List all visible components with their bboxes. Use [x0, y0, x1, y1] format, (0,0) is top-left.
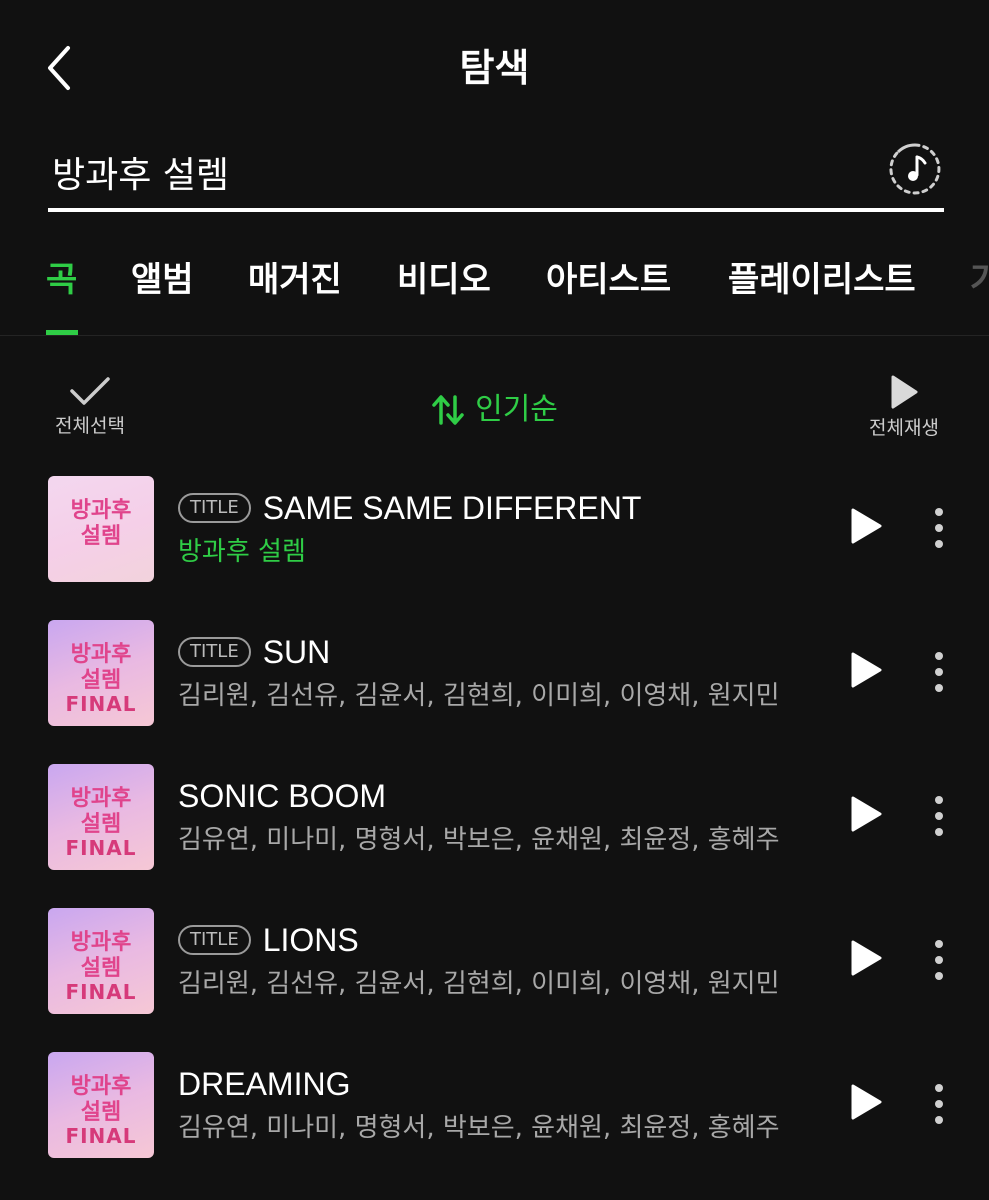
song-title: SONIC BOOM [178, 777, 387, 814]
song-info[interactable]: TITLE SAME SAME DIFFERENT 방과후 설렘 [178, 486, 838, 572]
title-badge: TITLE [178, 637, 251, 667]
category-tabs: 곡 앨범 매거진 비디오 아티스트 플레이리스트 가 [0, 236, 989, 336]
song-title-line: TITLE SAME SAME DIFFERENT [178, 486, 838, 530]
list-controls: 전체선택 인기순 전체재생 [0, 370, 989, 450]
song-info[interactable]: DREAMING 김유연, 미나미, 명형서, 박보은, 윤채원, 최윤정, 홍… [178, 1062, 838, 1148]
tab-more-partial[interactable]: 가 [970, 258, 989, 302]
page-title: 탐색 [459, 46, 530, 90]
sort-container: 인기순 [0, 390, 989, 438]
more-options-icon[interactable] [928, 938, 950, 982]
album-art[interactable]: 방과후 설렘 FINAL [48, 620, 154, 726]
play-icon[interactable] [848, 506, 884, 546]
play-icon[interactable] [848, 938, 884, 978]
tab-songs[interactable]: 곡 [46, 258, 77, 302]
play-icon[interactable] [848, 650, 884, 690]
album-art-text: 방과후 설렘 [70, 498, 132, 549]
play-all-label: 전체재생 [869, 417, 939, 439]
song-info[interactable]: SONIC BOOM 김유연, 미나미, 명형서, 박보은, 윤채원, 최윤정,… [178, 774, 838, 860]
song-artist[interactable]: 방과후 설렘 [178, 532, 838, 572]
music-recognition-icon[interactable] [888, 142, 942, 196]
song-row[interactable]: 방과후 설렘 FINAL SONIC BOOM 김유연, 미나미, 명형서, 박보… [0, 758, 989, 902]
select-all-button[interactable]: 전체선택 [40, 374, 140, 446]
album-art[interactable]: 방과후 설렘 FINAL [48, 764, 154, 870]
song-list: 방과후 설렘 TITLE SAME SAME DIFFERENT 방과후 설렘 방… [0, 470, 989, 1190]
active-tab-indicator [46, 330, 78, 335]
album-art-final-label: FINAL [65, 1124, 137, 1148]
album-art-final-label: FINAL [65, 980, 137, 1004]
more-options-icon[interactable] [928, 1082, 950, 1126]
song-artist[interactable]: 김유연, 미나미, 명형서, 박보은, 윤채원, 최윤정, 홍혜주 [178, 820, 838, 860]
more-options-icon[interactable] [928, 794, 950, 838]
song-info[interactable]: TITLE SUN 김리원, 김선유, 김윤서, 김현희, 이미희, 이영채, … [178, 630, 838, 716]
title-badge: TITLE [178, 925, 251, 955]
album-art-text: 방과후 설렘 [70, 1074, 132, 1125]
song-title-line: TITLE SUN [178, 630, 838, 674]
tab-playlist[interactable]: 플레이리스트 [728, 258, 916, 302]
tab-albums[interactable]: 앨범 [131, 258, 194, 302]
song-title: SUN [262, 633, 331, 670]
album-art[interactable]: 방과후 설렘 FINAL [48, 1052, 154, 1158]
sort-button[interactable]: 인기순 [431, 390, 558, 430]
search-input[interactable] [52, 142, 852, 202]
song-row[interactable]: 방과후 설렘 FINAL DREAMING 김유연, 미나미, 명형서, 박보은,… [0, 1046, 989, 1190]
tab-video[interactable]: 비디오 [397, 258, 491, 302]
play-icon [891, 375, 918, 409]
play-all-button[interactable]: 전체재생 [859, 374, 949, 446]
tab-magazine[interactable]: 매거진 [248, 258, 342, 302]
album-art-text: 방과후 설렘 [70, 642, 132, 693]
song-title-line: DREAMING [178, 1062, 838, 1106]
search-bar [48, 132, 944, 212]
song-artist[interactable]: 김리원, 김선유, 김윤서, 김현희, 이미희, 이영채, 원지민 [178, 964, 838, 1004]
album-art-text: 방과후 설렘 [70, 786, 132, 837]
album-art-text: 방과후 설렘 [70, 930, 132, 981]
song-info[interactable]: TITLE LIONS 김리원, 김선유, 김윤서, 김현희, 이미희, 이영채… [178, 918, 838, 1004]
song-row[interactable]: 방과후 설렘 TITLE SAME SAME DIFFERENT 방과후 설렘 [0, 470, 989, 614]
song-title: LIONS [262, 921, 359, 958]
checkmark-icon [70, 377, 110, 405]
more-options-icon[interactable] [928, 506, 950, 550]
album-art[interactable]: 방과후 설렘 [48, 476, 154, 582]
album-art-final-label: FINAL [65, 836, 137, 860]
title-badge: TITLE [178, 493, 251, 523]
song-title: SAME SAME DIFFERENT [262, 489, 642, 526]
song-title-line: SONIC BOOM [178, 774, 838, 818]
select-all-label: 전체선택 [55, 415, 125, 437]
more-options-icon[interactable] [928, 650, 950, 694]
song-artist[interactable]: 김유연, 미나미, 명형서, 박보은, 윤채원, 최윤정, 홍혜주 [178, 1108, 838, 1148]
sort-label: 인기순 [475, 392, 558, 427]
song-title-line: TITLE LIONS [178, 918, 838, 962]
album-art[interactable]: 방과후 설렘 FINAL [48, 908, 154, 1014]
play-icon[interactable] [848, 1082, 884, 1122]
song-title: DREAMING [178, 1065, 351, 1102]
play-icon[interactable] [848, 794, 884, 834]
album-art-final-label: FINAL [65, 692, 137, 716]
sort-arrows-icon [432, 395, 464, 425]
header: 탐색 [0, 0, 989, 135]
tab-artist[interactable]: 아티스트 [546, 258, 671, 302]
song-row[interactable]: 방과후 설렘 FINAL TITLE SUN 김리원, 김선유, 김윤서, 김현희… [0, 614, 989, 758]
song-row[interactable]: 방과후 설렘 FINAL TITLE LIONS 김리원, 김선유, 김윤서, 김… [0, 902, 989, 1046]
song-artist[interactable]: 김리원, 김선유, 김윤서, 김현희, 이미희, 이영채, 원지민 [178, 676, 838, 716]
